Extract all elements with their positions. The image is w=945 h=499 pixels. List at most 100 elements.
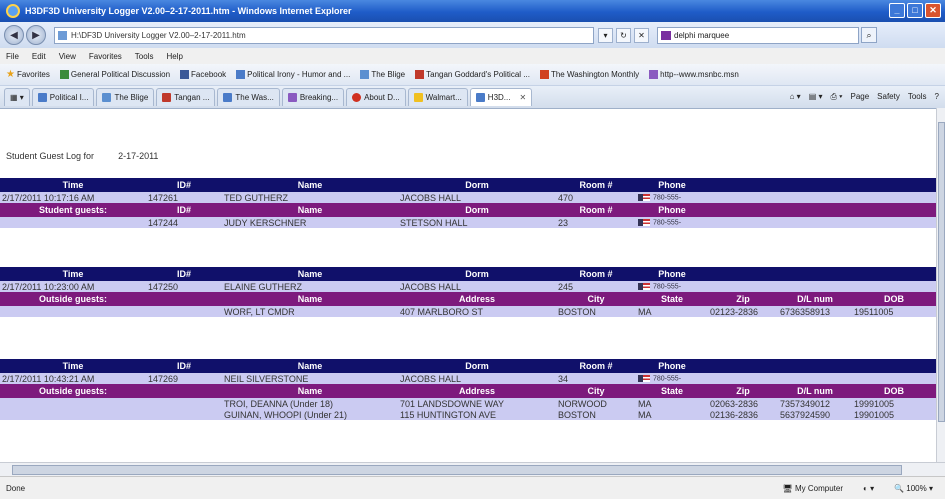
search-button[interactable]: ⌕	[861, 27, 877, 43]
favorite-link[interactable]: Facebook	[180, 70, 226, 79]
flag-icon	[638, 374, 650, 382]
tab-icon	[102, 93, 112, 102]
tab-about[interactable]: About D...	[346, 88, 406, 106]
menu-favorites[interactable]: Favorites	[89, 52, 122, 61]
tab-breaking[interactable]: Breaking...	[281, 88, 345, 106]
status-bar: Done 🖥 My Computer ◐ ▾ 🔍 100% ▾	[0, 476, 945, 499]
tools-menu[interactable]: Tools	[908, 92, 927, 102]
stop-icon[interactable]: ✕	[634, 27, 649, 43]
favorite-link[interactable]: The Washington Monthly	[539, 70, 639, 79]
favorite-link[interactable]: The Blige	[360, 70, 405, 79]
favorite-link[interactable]: http--www.msnbc.msn	[649, 70, 739, 79]
tab-icon	[162, 93, 172, 102]
favorite-link[interactable]: Tangan Goddard's Political ...	[415, 70, 530, 79]
search-input[interactable]: delphi marquee	[657, 26, 859, 44]
minimize-button[interactable]: _	[889, 3, 905, 18]
menu-edit[interactable]: Edit	[32, 52, 46, 61]
link-icon	[59, 70, 69, 79]
guest-row: TROI, DEANNA (Under 18) 701 LANDSDOWNE W…	[0, 398, 936, 409]
favorites-bar: ★ Favorites General Political Discussion …	[0, 64, 945, 86]
menu-file[interactable]: File	[6, 52, 19, 61]
forward-button[interactable]: ▶	[26, 25, 46, 45]
status-text: Done	[6, 483, 26, 493]
close-tab-icon[interactable]: ✕	[519, 93, 526, 102]
menu-help[interactable]: Help	[166, 52, 182, 61]
window-title: H3DF3D University Logger V2.00–2-17-2011…	[25, 6, 352, 16]
computer-icon: 🖥	[782, 483, 795, 493]
flag-icon	[638, 282, 650, 290]
tab-political[interactable]: Political I...	[31, 88, 95, 106]
guest-row: 147244 JUDY KERSCHNER STETSON HALL 23 78…	[0, 217, 936, 228]
security-zone: 🖥 My Computer	[782, 483, 844, 493]
tab-h3d-active[interactable]: H3D... ✕	[469, 88, 533, 106]
dropdown-icon[interactable]: ▾	[598, 27, 613, 43]
flag-icon	[638, 193, 650, 201]
horizontal-scrollbar[interactable]	[0, 462, 945, 476]
entry-header-row: Time ID# Name Dorm Room # Phone	[0, 178, 936, 192]
menu-tools[interactable]: Tools	[135, 52, 154, 61]
print-icon[interactable]: ⎙ ▾	[831, 92, 843, 102]
page-icon	[58, 30, 67, 40]
log-entry: Time ID# Name Dorm Room # Phone 2/17/201…	[0, 359, 936, 420]
refresh-icon[interactable]: ↻	[616, 27, 631, 43]
table-row: 2/17/2011 10:43:21 AM 147269 NEIL SILVER…	[0, 373, 936, 384]
page-title: Student Guest Log for 2-17-2011	[6, 151, 159, 161]
tab-tangan[interactable]: Tangan ...	[156, 88, 216, 106]
table-row: 2/17/2011 10:17:16 AM 147261 TED GUTHERZ…	[0, 192, 936, 203]
window-titlebar: H3DF3D University Logger V2.00–2-17-2011…	[0, 0, 945, 22]
close-button[interactable]: ✕	[925, 3, 941, 18]
table-row: 2/17/2011 10:23:00 AM 147250 ELAINE GUTH…	[0, 281, 936, 292]
tab-icon	[37, 93, 47, 102]
address-field[interactable]: H:\DF3D University Logger V2.00–2-17-201…	[54, 26, 594, 44]
entry-header-row: Time ID# Name Dorm Room # Phone	[0, 359, 936, 373]
maximize-button[interactable]: □	[907, 3, 923, 18]
guest-row: WORF, LT CMDR 407 MARLBORO ST BOSTON MA …	[0, 306, 936, 317]
favorites-button[interactable]: ★ Favorites	[6, 69, 50, 80]
log-entry: Time ID# Name Dorm Room # Phone 2/17/201…	[0, 178, 936, 228]
tab-icon	[475, 93, 485, 102]
favorite-link[interactable]: General Political Discussion	[59, 70, 170, 79]
facebook-icon	[180, 70, 190, 79]
favorite-link[interactable]: Political Irony - Humor and ...	[236, 70, 350, 79]
zoom-control[interactable]: 🔍 100% ▾	[894, 484, 933, 493]
back-button[interactable]: ◀	[4, 25, 24, 45]
phone-cell: 780-555-	[636, 218, 708, 226]
address-text: H:\DF3D University Logger V2.00–2-17-201…	[71, 30, 246, 40]
phone-cell: 780-555-	[636, 282, 708, 290]
page-menu[interactable]: Page	[850, 92, 869, 102]
log-entry: Time ID# Name Dorm Room # Phone 2/17/201…	[0, 267, 936, 317]
protected-mode-icon[interactable]: ◐ ▾	[863, 484, 874, 493]
link-icon	[649, 70, 659, 79]
quick-tabs-button[interactable]: ▦ ▾	[4, 88, 30, 106]
guest-row: GUINAN, WHOOPI (Under 21) 115 HUNTINGTON…	[0, 409, 936, 420]
help-icon[interactable]: ?	[935, 92, 939, 102]
menu-view[interactable]: View	[59, 52, 76, 61]
phone-cell: 780-555-	[636, 374, 708, 382]
home-icon[interactable]: ⌂ ▾	[790, 92, 801, 102]
scroll-thumb[interactable]	[938, 122, 945, 422]
menu-bar: File Edit View Favorites Tools Help	[0, 48, 945, 64]
outside-guests-header: Outside guests: Name Address City State …	[0, 292, 936, 306]
scroll-thumb[interactable]	[12, 465, 902, 475]
flag-icon	[638, 218, 650, 226]
link-icon	[360, 70, 370, 79]
star-icon: ★	[6, 69, 15, 80]
entry-header-row: Time ID# Name Dorm Room # Phone	[0, 267, 936, 281]
ie-logo-icon	[6, 4, 20, 18]
tab-icon	[287, 93, 297, 102]
link-icon	[236, 70, 246, 79]
tab-walmart[interactable]: Walmart...	[407, 88, 468, 106]
safety-menu[interactable]: Safety	[877, 92, 900, 102]
feeds-icon[interactable]: ▤ ▾	[809, 92, 823, 102]
student-guests-header: Student guests: ID# Name Dorm Room # Pho…	[0, 203, 936, 217]
phone-cell: 780-555-	[636, 193, 708, 201]
tab-blige[interactable]: The Blige	[96, 88, 155, 106]
tab-icon	[223, 93, 233, 102]
tab-icon	[352, 93, 362, 102]
link-icon	[415, 70, 425, 79]
yahoo-search-icon	[661, 30, 671, 40]
vertical-scrollbar[interactable]	[936, 108, 945, 462]
zoom-icon: 🔍	[894, 483, 907, 493]
tab-washington[interactable]: The Was...	[217, 88, 280, 106]
page-viewport: Student Guest Log for 2-17-2011 Time ID# …	[0, 108, 936, 462]
